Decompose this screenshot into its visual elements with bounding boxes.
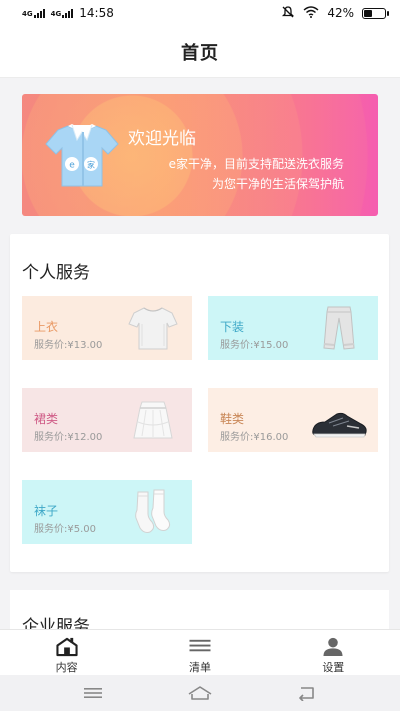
battery-percent: 42%: [327, 6, 354, 20]
shoe-icon: [312, 412, 367, 438]
service-price: 服务价:¥13.00: [34, 340, 103, 351]
service-price: 服务价:¥5.00: [34, 524, 96, 535]
nav-item-content[interactable]: 内容: [0, 630, 133, 675]
skirt-icon: [133, 401, 173, 439]
service-tile-bottoms[interactable]: 下装 服务价:¥15.00: [208, 296, 378, 360]
socks-icon: [135, 489, 171, 533]
shirt-letter-jia: 家: [87, 160, 95, 170]
nav-item-list[interactable]: 清单: [133, 630, 266, 675]
service-price: 服务价:¥15.00: [220, 340, 289, 351]
service-tile-skirts[interactable]: 裙类 服务价:¥12.00: [22, 388, 192, 452]
banner-line-2: 为您干净的生活保驾护航: [211, 177, 344, 191]
service-name: 裙类: [34, 412, 59, 426]
banner-line-1: e家干净，目前支持配送洗衣服务: [168, 157, 344, 171]
service-name: 鞋类: [220, 412, 245, 426]
system-nav-bar: [0, 675, 400, 711]
service-tile-shoes[interactable]: 鞋类 服务价:¥16.00: [208, 388, 378, 452]
shirt-letter-e: e: [69, 161, 75, 171]
tshirt-icon: [128, 307, 178, 350]
nav-label-settings: 设置: [322, 661, 345, 674]
pants-icon: [323, 306, 355, 350]
banner-text: 欢迎光临 e家干净，目前支持配送洗衣服务 为您干净的生活保驾护航: [126, 124, 366, 192]
service-name: 袜子: [34, 504, 59, 518]
signal-icon-2: 4G: [50, 8, 74, 18]
wifi-icon: [303, 5, 319, 21]
signal-icon: 4G: [22, 8, 45, 18]
status-bar: 4G 4G 14:58 42%: [0, 0, 400, 26]
nav-label-list: 清单: [188, 661, 211, 674]
service-tile-tops[interactable]: 上衣 服务价:¥13.00: [22, 296, 192, 360]
welcome-banner[interactable]: e 家 欢迎光临 e家干净，目前支持配送洗衣服务 为您干净的生活保驾护航: [22, 94, 378, 216]
back-icon[interactable]: [295, 685, 319, 701]
status-time: 14:58: [79, 6, 114, 20]
title-bar: 首页: [0, 26, 400, 78]
service-name: 上衣: [34, 320, 59, 334]
user-icon: [323, 637, 343, 657]
list-icon: [189, 639, 211, 652]
home-icon: [56, 637, 78, 657]
status-left: 4G 4G 14:58: [22, 6, 114, 20]
service-price: 服务价:¥16.00: [220, 432, 289, 443]
menu-icon[interactable]: [81, 685, 105, 701]
network-label-2: 4G: [50, 9, 62, 18]
bottom-nav: 内容 清单 设置: [0, 629, 400, 675]
battery-icon: [362, 7, 389, 19]
nav-item-settings[interactable]: 设置: [267, 630, 400, 675]
status-right: 42%: [281, 5, 389, 22]
shirt-icon: e 家: [45, 124, 119, 187]
service-tile-socks[interactable]: 袜子 服务价:¥5.00: [22, 480, 192, 544]
service-name: 下装: [220, 320, 245, 334]
service-price: 服务价:¥12.00: [34, 432, 103, 443]
nav-label-content: 内容: [55, 661, 78, 674]
page-title: 首页: [181, 42, 219, 64]
home-outline-icon[interactable]: [186, 685, 214, 701]
banner-title: 欢迎光临: [128, 129, 196, 149]
network-label-1: 4G: [22, 9, 33, 18]
mute-icon: [281, 5, 295, 22]
section-title-personal: 个人服务: [22, 263, 90, 283]
personal-services-card: 个人服务 上衣 服务价:¥13.00 下装 服务价:¥15.00 裙类 服务价:…: [10, 234, 389, 572]
